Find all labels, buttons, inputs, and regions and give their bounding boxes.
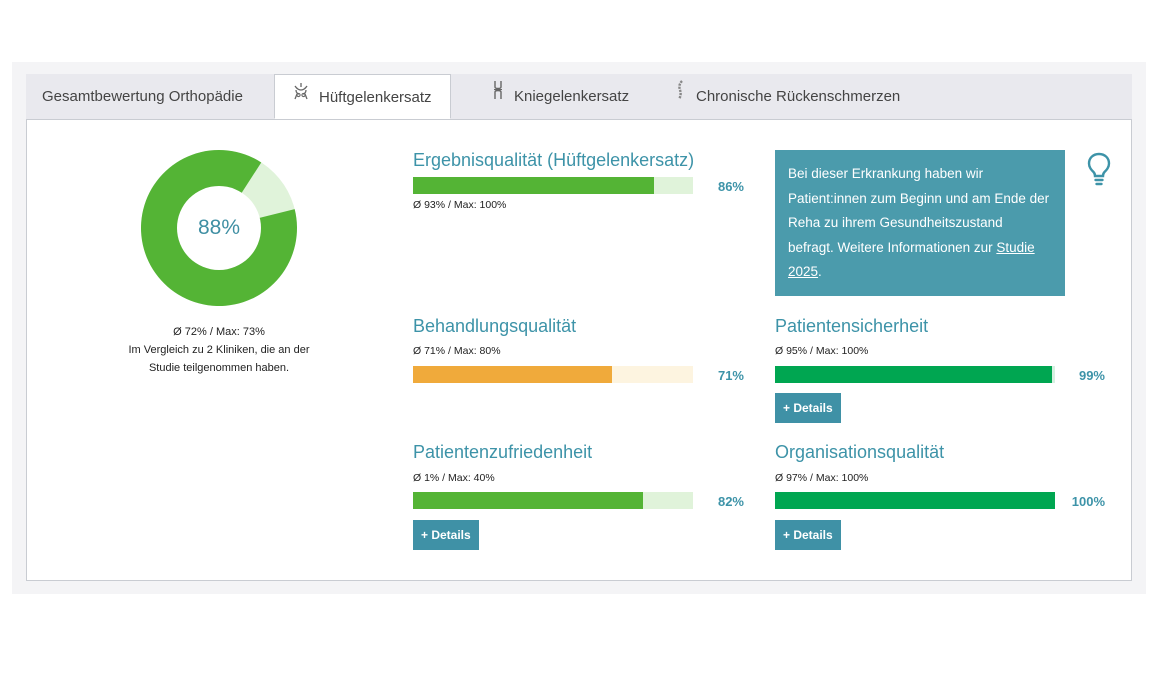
- metric-stats-sicherheit: Ø 95% / Max: 100%: [775, 345, 869, 357]
- tab-label: Kniegelenkersatz: [514, 88, 630, 105]
- metric-bar-organisation: [775, 492, 1055, 509]
- metric-value-organisation: 100%: [1071, 494, 1105, 509]
- metric-bar-fill: [413, 366, 612, 383]
- tab-hueftgelenkersatz[interactable]: Hüftgelenkersatz: [274, 74, 451, 119]
- knee-joint-icon: [490, 73, 506, 119]
- metric-value-zufriedenheit: 82%: [717, 494, 744, 509]
- metric-bar-fill: [413, 492, 643, 509]
- metric-title-behandlung: Behandlungsqualität: [413, 316, 577, 336]
- metric-stats-behandlung: Ø 71% / Max: 80%: [413, 345, 501, 357]
- metric-bar-ergebnis: [413, 177, 693, 194]
- info-box: Bei dieser Erkrankung haben wir Patient:…: [775, 150, 1065, 296]
- hip-joint-icon: [291, 74, 311, 120]
- overall-caption: Ø 72% / Max: 73% Im Vergleich zu 2 Klini…: [89, 323, 349, 377]
- quality-widget: Gesamtbewertung Orthopädie Hüftgelenkers…: [12, 62, 1146, 594]
- tab-label: Hüftgelenkersatz: [319, 89, 432, 106]
- metric-stats-organisation: Ø 97% / Max: 100%: [775, 472, 869, 484]
- metric-bar-fill: [775, 492, 1055, 509]
- tab-gesamtbewertung[interactable]: Gesamtbewertung Orthopädie: [42, 74, 243, 119]
- overall-score: 88%: [197, 216, 241, 239]
- metric-bar-behandlung: [413, 366, 693, 383]
- metric-bar-sicherheit: [775, 366, 1055, 383]
- tab-panel: 88% Ø 72% / Max: 73% Im Vergleich zu 2 K…: [26, 119, 1132, 581]
- metric-bar-fill: [413, 177, 654, 194]
- metric-title-ergebnis: Ergebnisqualität (Hüftgelenkersatz): [413, 150, 695, 170]
- info-suffix: .: [818, 264, 822, 279]
- metric-value-behandlung: 71%: [717, 368, 744, 383]
- metric-bar-fill: [775, 366, 1053, 383]
- tab-kniegelenkersatz[interactable]: Kniegelenkersatz: [490, 74, 629, 119]
- lightbulb-icon: [1087, 152, 1111, 191]
- spine-icon: [674, 73, 688, 119]
- details-button-organisation[interactable]: + Details: [775, 520, 841, 550]
- tab-label: Chronische Rückenschmerzen: [696, 88, 901, 105]
- metric-stats-zufriedenheit: Ø 1% / Max: 40%: [413, 472, 495, 484]
- tab-rueckenschmerzen[interactable]: Chronische Rückenschmerzen: [674, 74, 900, 119]
- metric-stats-ergebnis: Ø 93% / Max: 100%: [413, 199, 507, 211]
- tab-label: Gesamtbewertung Orthopädie: [42, 88, 243, 105]
- tab-bar: Gesamtbewertung Orthopädie Hüftgelenkers…: [26, 74, 1132, 120]
- overall-compare-2: Studie teilgenommen haben.: [148, 362, 290, 374]
- details-button-zufriedenheit[interactable]: + Details: [413, 520, 479, 550]
- metric-value-ergebnis: 86%: [717, 179, 744, 194]
- metric-title-organisation: Organisationsqualität: [775, 442, 945, 462]
- overall-compare-1: Im Vergleich zu 2 Kliniken, die an der: [128, 344, 310, 356]
- overall-avg: Ø 72% / Max: 73%: [173, 326, 265, 338]
- metric-title-sicherheit: Patientensicherheit: [775, 316, 929, 336]
- metric-bar-zufriedenheit: [413, 492, 693, 509]
- overall-donut: 88%: [139, 148, 299, 308]
- metric-title-zufriedenheit: Patientenzufriedenheit: [413, 442, 593, 462]
- metric-value-sicherheit: 99%: [1078, 368, 1105, 383]
- details-button-sicherheit[interactable]: + Details: [775, 393, 841, 423]
